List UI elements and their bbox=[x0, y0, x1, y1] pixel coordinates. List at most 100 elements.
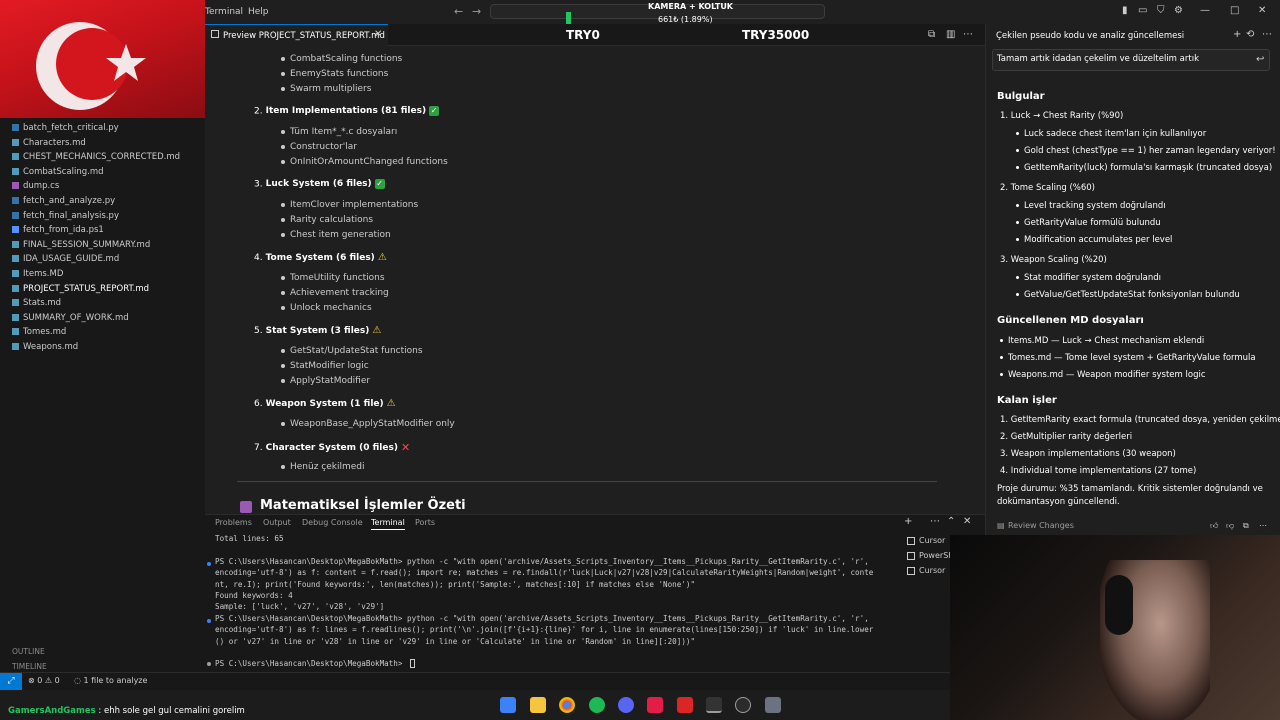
more-actions-icon[interactable]: ⋯ bbox=[963, 30, 973, 40]
discord-icon[interactable] bbox=[618, 697, 634, 713]
section-title: Character System (0 files) bbox=[265, 442, 398, 453]
gear-icon[interactable]: ⚙ bbox=[1174, 6, 1184, 16]
cross-icon: ✕ bbox=[400, 440, 411, 454]
panel-tab-problems[interactable]: Problems bbox=[215, 518, 252, 527]
open-source-icon[interactable]: ⧉ bbox=[928, 30, 938, 40]
more-message-icon[interactable]: ⋯ bbox=[1259, 521, 1269, 531]
timeline-section[interactable]: TIMELINE bbox=[12, 662, 47, 671]
maximize-icon[interactable]: □ bbox=[1230, 6, 1240, 16]
windows-start-icon[interactable] bbox=[500, 697, 516, 713]
finding-detail: Luck sadece chest item'ları için kullanı… bbox=[1015, 129, 1207, 139]
spotify-icon[interactable] bbox=[589, 697, 605, 713]
terminal-instance[interactable]: Cursor bbox=[907, 536, 945, 545]
file-item[interactable]: PROJECT_STATUS_REPORT.md bbox=[12, 284, 149, 294]
remote-indicator-icon[interactable]: ⤢ bbox=[0, 673, 22, 690]
section-number: 4. bbox=[254, 252, 263, 263]
file-item[interactable]: batch_fetch_critical.py bbox=[12, 123, 119, 133]
file-icon bbox=[12, 328, 19, 336]
outline-section[interactable]: OUTLINE bbox=[12, 647, 45, 656]
file-item[interactable]: IDA_USAGE_GUIDE.md bbox=[12, 254, 119, 264]
review-icon: ▤ bbox=[997, 521, 1005, 530]
findings-heading: Bulgular bbox=[997, 91, 1045, 102]
back-arrow-icon[interactable]: ← bbox=[454, 5, 463, 18]
history-icon[interactable]: ⟲ bbox=[1246, 30, 1256, 40]
tray-app-icon[interactable] bbox=[765, 697, 781, 713]
file-item[interactable]: fetch_from_ida.ps1 bbox=[12, 225, 104, 235]
file-icon bbox=[12, 299, 19, 307]
file-explorer-icon[interactable] bbox=[530, 697, 546, 713]
panel-tab-terminal[interactable]: Terminal bbox=[371, 518, 405, 530]
section-number: 2. bbox=[254, 106, 263, 116]
problems-status[interactable]: ⊗ 0 ⚠ 0 bbox=[28, 676, 60, 685]
more-chat-icon[interactable]: ⋯ bbox=[1262, 30, 1272, 40]
file-item[interactable]: fetch_and_analyze.py bbox=[12, 196, 115, 206]
panel-tab-debug-console[interactable]: Debug Console bbox=[302, 518, 363, 527]
file-item[interactable]: Items.MD bbox=[12, 269, 63, 279]
thumbs-up-icon[interactable]: 👍︎ bbox=[1210, 521, 1220, 531]
file-item[interactable]: dump.cs bbox=[12, 181, 59, 191]
undo-icon[interactable]: ↩ bbox=[1256, 55, 1266, 65]
toggle-panel-icon[interactable]: ▭ bbox=[1138, 6, 1148, 16]
file-item[interactable]: FINAL_SESSION_SUMMARY.md bbox=[12, 240, 150, 250]
error-icon: ⊗ bbox=[28, 676, 35, 685]
file-item[interactable]: Weapons.md bbox=[12, 342, 78, 352]
section-number: 6. bbox=[254, 398, 263, 409]
minimize-icon[interactable]: — bbox=[1200, 6, 1210, 16]
analyze-status[interactable]: ◌ 1 file to analyze bbox=[74, 676, 147, 685]
new-chat-icon[interactable]: + bbox=[1233, 30, 1243, 40]
menu-terminal[interactable]: Terminal bbox=[205, 7, 243, 17]
file-icon bbox=[12, 182, 19, 190]
thumbs-down-icon[interactable]: 👎︎ bbox=[1226, 521, 1236, 531]
toggle-sidebar-icon[interactable]: ▮ bbox=[1122, 6, 1132, 16]
file-item[interactable]: Tomes.md bbox=[12, 327, 66, 337]
menu-help[interactable]: Help bbox=[248, 7, 269, 17]
terminal-icon bbox=[907, 566, 915, 575]
maximize-panel-icon[interactable]: ⌃ bbox=[947, 517, 957, 527]
file-item[interactable]: CHEST_MECHANICS_CORRECTED.md bbox=[12, 152, 180, 162]
file-name: Characters.md bbox=[23, 137, 86, 148]
file-icon bbox=[12, 153, 19, 161]
forward-arrow-icon[interactable]: → bbox=[472, 5, 481, 18]
github-icon[interactable] bbox=[735, 697, 751, 713]
panel-tab-output[interactable]: Output bbox=[263, 518, 291, 527]
section-number: 3. bbox=[254, 179, 263, 189]
remaining-item: 2. GetMultiplier rarity değerleri bbox=[1000, 432, 1133, 442]
list-item: GetStat/UpdateStat functions bbox=[281, 345, 423, 356]
section-heading: 4. Tome System (6 files) ⚠ bbox=[254, 252, 387, 263]
terminal-instance[interactable]: Cursor bbox=[907, 566, 945, 575]
chrome-icon[interactable] bbox=[559, 697, 575, 713]
close-window-icon[interactable]: ✕ bbox=[1258, 6, 1268, 16]
analyze-label: 1 file to analyze bbox=[83, 676, 148, 685]
file-item[interactable]: SUMMARY_OF_WORK.md bbox=[12, 313, 129, 323]
terminal-instance[interactable]: PowerSh bbox=[907, 551, 953, 560]
updated-file-item: Weapons.md — Weapon modifier system logi… bbox=[1000, 370, 1206, 380]
close-panel-icon[interactable]: ✕ bbox=[963, 517, 973, 527]
shield-icon[interactable]: ⛉ bbox=[1157, 6, 1167, 16]
app-icon[interactable] bbox=[677, 697, 693, 713]
stream-chat-line: GamersAndGames : ehh sole gel gul cemali… bbox=[8, 706, 245, 716]
file-name: PROJECT_STATUS_REPORT.md bbox=[23, 283, 150, 294]
file-item[interactable]: fetch_final_analysis.py bbox=[12, 211, 119, 221]
section-title: Luck System (6 files) bbox=[265, 179, 372, 189]
check-icon: ✓ bbox=[374, 178, 385, 189]
new-terminal-icon[interactable]: + bbox=[904, 517, 914, 527]
file-name: IDA_USAGE_GUIDE.md bbox=[23, 254, 120, 265]
cursor-app-icon[interactable] bbox=[706, 697, 722, 713]
file-item[interactable]: Stats.md bbox=[12, 298, 61, 308]
panel-tab-ports[interactable]: Ports bbox=[415, 518, 435, 527]
warning-count: 0 bbox=[54, 676, 60, 685]
list-item: Rarity calculations bbox=[280, 214, 374, 225]
section-number: 5. bbox=[254, 325, 263, 336]
file-item[interactable]: Characters.md bbox=[12, 138, 86, 148]
prompt-marker bbox=[207, 562, 211, 566]
more-icon[interactable]: ⋯ bbox=[930, 517, 940, 527]
review-changes-button[interactable]: Review Changes bbox=[1008, 521, 1074, 530]
recorder-icon[interactable] bbox=[647, 697, 663, 713]
copy-icon[interactable]: ⧉ bbox=[1243, 521, 1253, 531]
terminal-icon bbox=[907, 551, 915, 560]
split-editor-icon[interactable]: ▥ bbox=[946, 30, 956, 40]
file-item[interactable]: CombatScaling.md bbox=[12, 167, 104, 177]
close-icon[interactable]: ✕ bbox=[374, 29, 382, 40]
file-name: CombatScaling.md bbox=[23, 166, 104, 177]
file-name: fetch_and_analyze.py bbox=[23, 196, 116, 206]
